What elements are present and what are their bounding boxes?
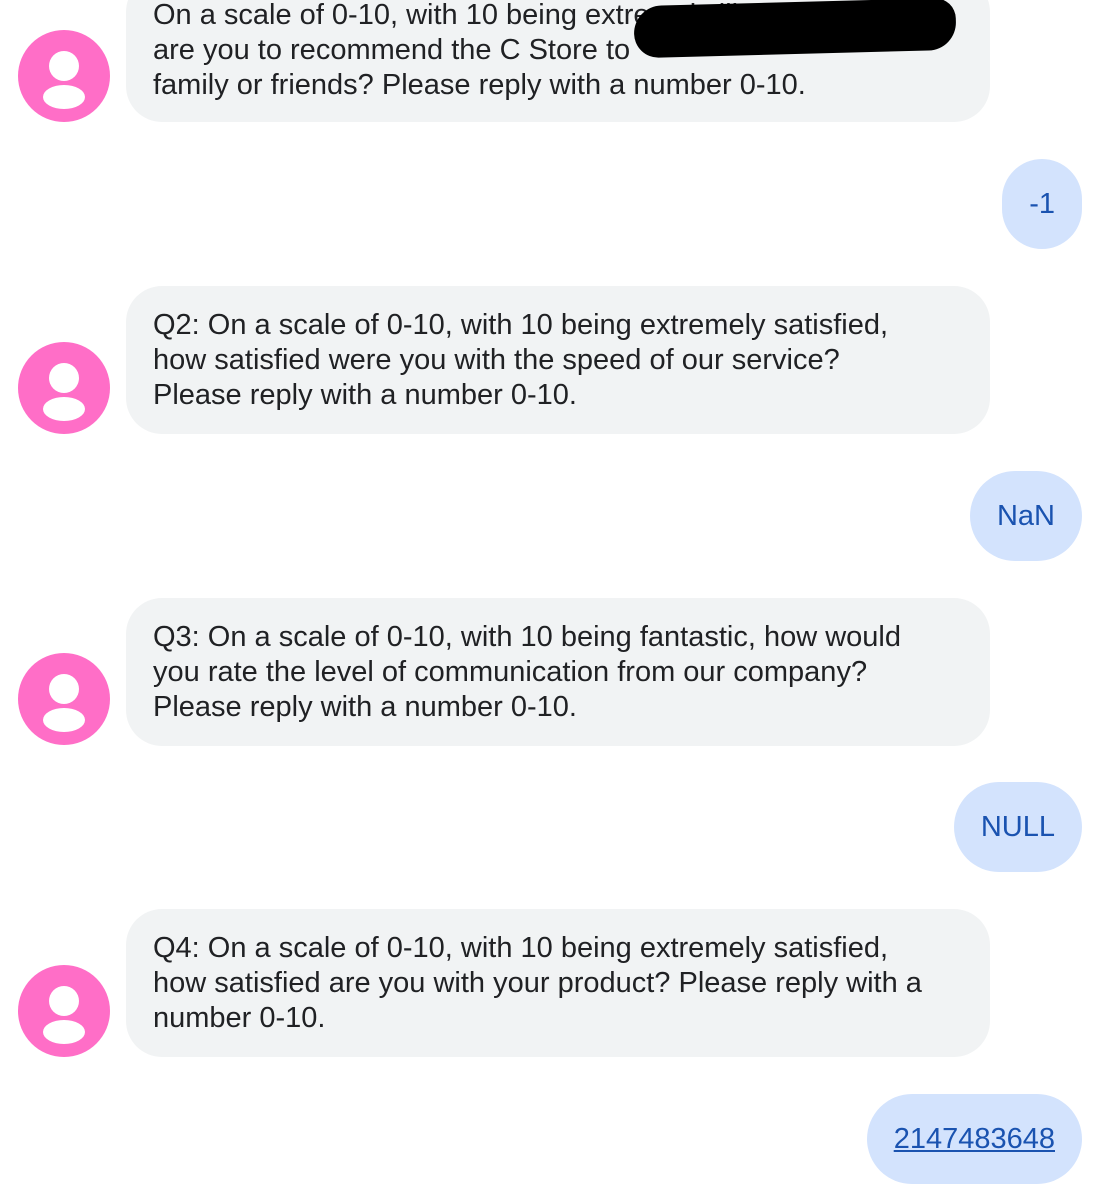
message-text-line: Q3: On a scale of 0-10, with 10 being fa…: [153, 621, 901, 653]
message-text-line: Please reply with a number 0-10.: [153, 691, 577, 723]
outgoing-message-bubble[interactable]: NULL: [953, 782, 1082, 872]
reply-text: NULL: [980, 811, 1055, 843]
person-icon: [49, 363, 79, 393]
person-icon-body: [43, 397, 85, 421]
message-text-line: you rate the level of communication from…: [153, 656, 868, 688]
contact-avatar[interactable]: [18, 965, 110, 1057]
incoming-message-bubble[interactable]: On a scale of 0-10, with 10 being extrem…: [126, 0, 990, 122]
contact-avatar[interactable]: [18, 653, 110, 745]
person-icon-body: [43, 85, 85, 109]
person-icon-body: [43, 708, 85, 732]
person-icon: [49, 51, 79, 81]
incoming-message-bubble[interactable]: Q4: On a scale of 0-10, with 10 being ex…: [126, 909, 990, 1057]
person-icon: [49, 674, 79, 704]
outgoing-message-bubble[interactable]: 2147483648: [866, 1094, 1082, 1184]
contact-avatar[interactable]: [18, 342, 110, 434]
outgoing-message-bubble[interactable]: NaN: [969, 471, 1082, 561]
message-text-line: number 0-10.: [153, 1002, 326, 1034]
message-text-line: Q4: On a scale of 0-10, with 10 being ex…: [153, 932, 889, 964]
message-text-line: Q2: On a scale of 0-10, with 10 being ex…: [153, 309, 889, 341]
person-icon-body: [43, 1020, 85, 1044]
redaction-mark: [633, 0, 957, 59]
number-link[interactable]: 2147483648: [894, 1123, 1055, 1155]
reply-text: -1: [1029, 188, 1055, 220]
message-text-line: how satisfied were you with the speed of…: [153, 344, 840, 376]
reply-text: NaN: [996, 500, 1055, 532]
message-text-line: Please reply with a number 0-10.: [153, 379, 577, 411]
incoming-message-bubble[interactable]: Q3: On a scale of 0-10, with 10 being fa…: [126, 598, 990, 746]
incoming-message-bubble[interactable]: Q2: On a scale of 0-10, with 10 being ex…: [126, 286, 990, 434]
message-text-line: how satisfied are you with your product?…: [153, 967, 922, 999]
outgoing-message-bubble[interactable]: -1: [1002, 159, 1082, 249]
person-icon: [49, 986, 79, 1016]
message-text-line: family or friends? Please reply with a n…: [153, 69, 806, 101]
contact-avatar[interactable]: [18, 30, 110, 122]
